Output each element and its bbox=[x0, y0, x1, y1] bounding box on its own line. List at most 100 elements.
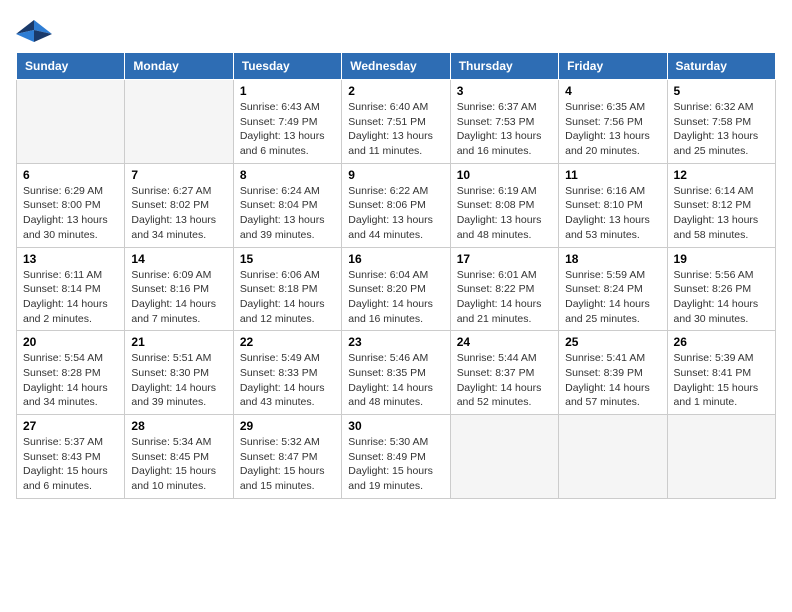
day-number: 16 bbox=[348, 252, 443, 266]
day-info: Sunrise: 5:34 AM Sunset: 8:45 PM Dayligh… bbox=[131, 435, 226, 494]
day-number: 1 bbox=[240, 84, 335, 98]
day-number: 14 bbox=[131, 252, 226, 266]
day-number: 30 bbox=[348, 419, 443, 433]
day-cell: 16 Sunrise: 6:04 AM Sunset: 8:20 PM Dayli… bbox=[342, 247, 450, 331]
day-cell: 7 Sunrise: 6:27 AM Sunset: 8:02 PM Daylig… bbox=[125, 163, 233, 247]
day-info: Sunrise: 6:22 AM Sunset: 8:06 PM Dayligh… bbox=[348, 184, 443, 243]
day-number: 8 bbox=[240, 168, 335, 182]
day-info: Sunrise: 5:59 AM Sunset: 8:24 PM Dayligh… bbox=[565, 268, 660, 327]
day-number: 2 bbox=[348, 84, 443, 98]
day-cell: 2 Sunrise: 6:40 AM Sunset: 7:51 PM Daylig… bbox=[342, 80, 450, 164]
day-number: 10 bbox=[457, 168, 552, 182]
header bbox=[16, 16, 776, 42]
day-cell: 27Sunrise: 5:37 AM Sunset: 8:43 PM Dayli… bbox=[17, 415, 125, 499]
day-info: Sunrise: 5:56 AM Sunset: 8:26 PM Dayligh… bbox=[674, 268, 769, 327]
header-cell-sunday: Sunday bbox=[17, 53, 125, 80]
day-number: 12 bbox=[674, 168, 769, 182]
day-info: Sunrise: 5:51 AM Sunset: 8:30 PM Dayligh… bbox=[131, 351, 226, 410]
header-cell-saturday: Saturday bbox=[667, 53, 775, 80]
day-number: 28 bbox=[131, 419, 226, 433]
day-number: 26 bbox=[674, 335, 769, 349]
day-info: Sunrise: 6:24 AM Sunset: 8:04 PM Dayligh… bbox=[240, 184, 335, 243]
day-cell: 5 Sunrise: 6:32 AM Sunset: 7:58 PM Daylig… bbox=[667, 80, 775, 164]
day-number: 22 bbox=[240, 335, 335, 349]
day-info: Sunrise: 5:39 AM Sunset: 8:41 PM Dayligh… bbox=[674, 351, 769, 410]
day-cell: 17Sunrise: 6:01 AM Sunset: 8:22 PM Dayli… bbox=[450, 247, 558, 331]
day-number: 7 bbox=[131, 168, 226, 182]
day-cell: 12 Sunrise: 6:14 AM Sunset: 8:12 PM Dayli… bbox=[667, 163, 775, 247]
day-cell bbox=[17, 80, 125, 164]
day-number: 5 bbox=[674, 84, 769, 98]
week-row-1: 1Sunrise: 6:43 AM Sunset: 7:49 PM Daylig… bbox=[17, 80, 776, 164]
day-cell: 14 Sunrise: 6:09 AM Sunset: 8:16 PM Dayli… bbox=[125, 247, 233, 331]
day-number: 25 bbox=[565, 335, 660, 349]
day-number: 9 bbox=[348, 168, 443, 182]
day-cell: 28 Sunrise: 5:34 AM Sunset: 8:45 PM Dayli… bbox=[125, 415, 233, 499]
day-number: 23 bbox=[348, 335, 443, 349]
day-info: Sunrise: 6:11 AM Sunset: 8:14 PM Dayligh… bbox=[23, 268, 118, 327]
day-cell: 15 Sunrise: 6:06 AM Sunset: 8:18 PM Dayli… bbox=[233, 247, 341, 331]
day-cell: 13 Sunrise: 6:11 AM Sunset: 8:14 PM Dayli… bbox=[17, 247, 125, 331]
calendar-header: SundayMondayTuesdayWednesdayThursdayFrid… bbox=[17, 53, 776, 80]
day-number: 6 bbox=[23, 168, 118, 182]
calendar-table: SundayMondayTuesdayWednesdayThursdayFrid… bbox=[16, 52, 776, 499]
day-cell: 20 Sunrise: 5:54 AM Sunset: 8:28 PM Dayli… bbox=[17, 331, 125, 415]
header-cell-wednesday: Wednesday bbox=[342, 53, 450, 80]
day-info: Sunrise: 5:32 AM Sunset: 8:47 PM Dayligh… bbox=[240, 435, 335, 494]
day-number: 18 bbox=[565, 252, 660, 266]
day-cell bbox=[450, 415, 558, 499]
day-cell: 29Sunrise: 5:32 AM Sunset: 8:47 PM Dayli… bbox=[233, 415, 341, 499]
day-info: Sunrise: 5:54 AM Sunset: 8:28 PM Dayligh… bbox=[23, 351, 118, 410]
day-number: 3 bbox=[457, 84, 552, 98]
day-cell: 26 Sunrise: 5:39 AM Sunset: 8:41 PM Dayli… bbox=[667, 331, 775, 415]
day-cell bbox=[559, 415, 667, 499]
day-info: Sunrise: 5:49 AM Sunset: 8:33 PM Dayligh… bbox=[240, 351, 335, 410]
day-number: 17 bbox=[457, 252, 552, 266]
day-info: Sunrise: 6:04 AM Sunset: 8:20 PM Dayligh… bbox=[348, 268, 443, 327]
day-cell: 22 Sunrise: 5:49 AM Sunset: 8:33 PM Dayli… bbox=[233, 331, 341, 415]
day-cell: 9 Sunrise: 6:22 AM Sunset: 8:06 PM Daylig… bbox=[342, 163, 450, 247]
day-info: Sunrise: 6:06 AM Sunset: 8:18 PM Dayligh… bbox=[240, 268, 335, 327]
week-row-3: 13 Sunrise: 6:11 AM Sunset: 8:14 PM Dayli… bbox=[17, 247, 776, 331]
header-cell-tuesday: Tuesday bbox=[233, 53, 341, 80]
day-cell: 1Sunrise: 6:43 AM Sunset: 7:49 PM Daylig… bbox=[233, 80, 341, 164]
day-info: Sunrise: 6:32 AM Sunset: 7:58 PM Dayligh… bbox=[674, 100, 769, 159]
day-number: 20 bbox=[23, 335, 118, 349]
logo bbox=[16, 16, 56, 42]
week-row-4: 20 Sunrise: 5:54 AM Sunset: 8:28 PM Dayli… bbox=[17, 331, 776, 415]
day-cell: 21 Sunrise: 5:51 AM Sunset: 8:30 PM Dayli… bbox=[125, 331, 233, 415]
calendar-body: 1Sunrise: 6:43 AM Sunset: 7:49 PM Daylig… bbox=[17, 80, 776, 499]
day-cell: 19Sunrise: 5:56 AM Sunset: 8:26 PM Dayli… bbox=[667, 247, 775, 331]
day-cell: 6 Sunrise: 6:29 AM Sunset: 8:00 PM Daylig… bbox=[17, 163, 125, 247]
header-cell-friday: Friday bbox=[559, 53, 667, 80]
day-info: Sunrise: 6:40 AM Sunset: 7:51 PM Dayligh… bbox=[348, 100, 443, 159]
day-info: Sunrise: 5:44 AM Sunset: 8:37 PM Dayligh… bbox=[457, 351, 552, 410]
week-row-5: 27Sunrise: 5:37 AM Sunset: 8:43 PM Dayli… bbox=[17, 415, 776, 499]
day-info: Sunrise: 6:14 AM Sunset: 8:12 PM Dayligh… bbox=[674, 184, 769, 243]
day-cell bbox=[125, 80, 233, 164]
day-info: Sunrise: 5:37 AM Sunset: 8:43 PM Dayligh… bbox=[23, 435, 118, 494]
day-cell: 24Sunrise: 5:44 AM Sunset: 8:37 PM Dayli… bbox=[450, 331, 558, 415]
day-cell: 4 Sunrise: 6:35 AM Sunset: 7:56 PM Daylig… bbox=[559, 80, 667, 164]
day-info: Sunrise: 6:09 AM Sunset: 8:16 PM Dayligh… bbox=[131, 268, 226, 327]
day-info: Sunrise: 6:19 AM Sunset: 8:08 PM Dayligh… bbox=[457, 184, 552, 243]
day-cell: 3 Sunrise: 6:37 AM Sunset: 7:53 PM Daylig… bbox=[450, 80, 558, 164]
day-cell: 8 Sunrise: 6:24 AM Sunset: 8:04 PM Daylig… bbox=[233, 163, 341, 247]
day-number: 13 bbox=[23, 252, 118, 266]
day-info: Sunrise: 6:16 AM Sunset: 8:10 PM Dayligh… bbox=[565, 184, 660, 243]
day-info: Sunrise: 5:30 AM Sunset: 8:49 PM Dayligh… bbox=[348, 435, 443, 494]
day-cell: 23Sunrise: 5:46 AM Sunset: 8:35 PM Dayli… bbox=[342, 331, 450, 415]
day-cell bbox=[667, 415, 775, 499]
header-cell-monday: Monday bbox=[125, 53, 233, 80]
day-info: Sunrise: 6:27 AM Sunset: 8:02 PM Dayligh… bbox=[131, 184, 226, 243]
day-info: Sunrise: 6:35 AM Sunset: 7:56 PM Dayligh… bbox=[565, 100, 660, 159]
header-row: SundayMondayTuesdayWednesdayThursdayFrid… bbox=[17, 53, 776, 80]
day-info: Sunrise: 6:29 AM Sunset: 8:00 PM Dayligh… bbox=[23, 184, 118, 243]
day-info: Sunrise: 6:37 AM Sunset: 7:53 PM Dayligh… bbox=[457, 100, 552, 159]
day-number: 21 bbox=[131, 335, 226, 349]
day-cell: 10 Sunrise: 6:19 AM Sunset: 8:08 PM Dayli… bbox=[450, 163, 558, 247]
day-cell: 25Sunrise: 5:41 AM Sunset: 8:39 PM Dayli… bbox=[559, 331, 667, 415]
day-number: 15 bbox=[240, 252, 335, 266]
day-cell: 11Sunrise: 6:16 AM Sunset: 8:10 PM Dayli… bbox=[559, 163, 667, 247]
day-number: 4 bbox=[565, 84, 660, 98]
